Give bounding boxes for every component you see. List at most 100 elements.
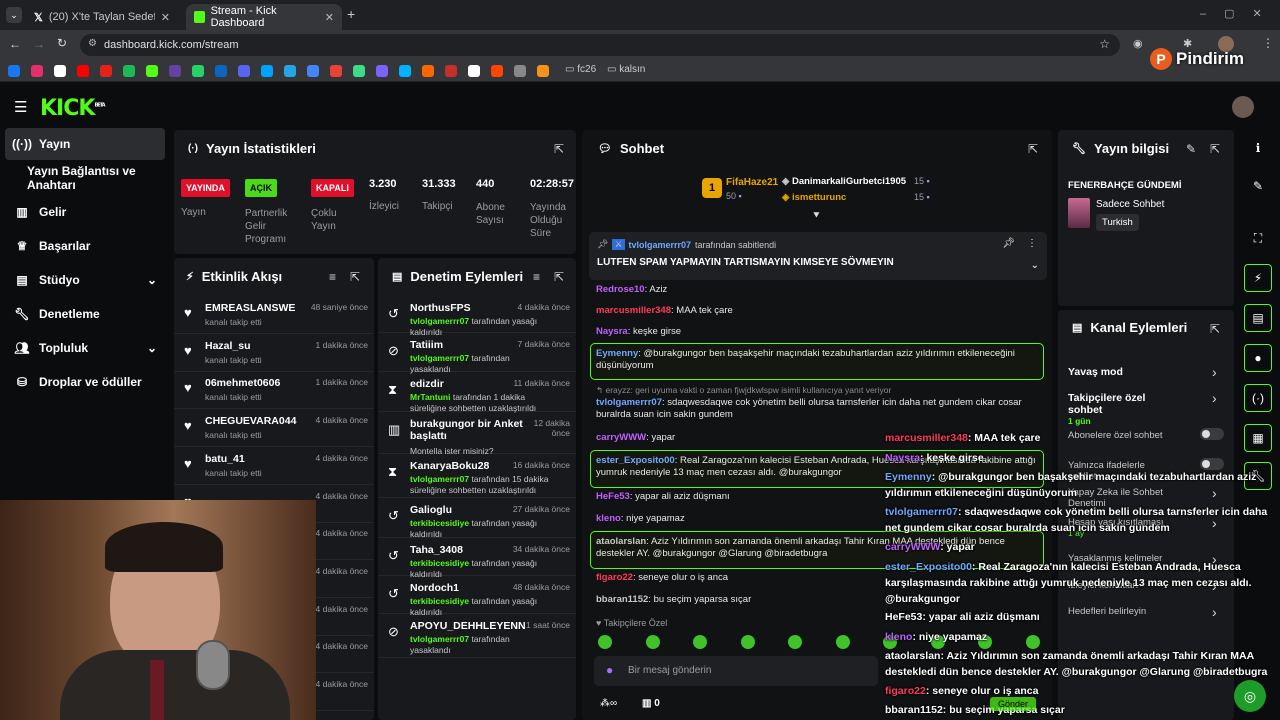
pencil-icon[interactable]: ✎ <box>1244 172 1272 200</box>
sidebar-item-stream-key[interactable]: Yayın Bağlantısı ve Anahtarı <box>5 162 165 194</box>
chat-message[interactable]: Naysra: keşke girse <box>596 326 1036 338</box>
mod-target[interactable]: NorthusFPS <box>410 302 471 314</box>
chat-username[interactable]: bbaran1152 <box>596 594 648 605</box>
sidebar-item-studyo[interactable]: ▤ Stüdyo ⌄ <box>5 264 165 296</box>
bookmark-icon[interactable] <box>284 65 296 77</box>
emote-icon[interactable] <box>740 635 755 649</box>
bookmark-icon[interactable] <box>100 65 112 77</box>
mod-target[interactable]: Nordoch1 <box>410 582 459 594</box>
mic-icon[interactable]: ● <box>606 663 613 677</box>
chat-username[interactable]: figaro22 <box>596 572 633 583</box>
popout-icon[interactable]: ⇱ <box>554 142 564 156</box>
chat-username[interactable]: carryWWW <box>596 432 646 443</box>
tab-stream[interactable]: Stream - Kick Dashboard ✕ <box>186 4 342 30</box>
chat-message[interactable]: tvlolgamerrr07: sdaqwesdaqwe cok yönetim… <box>596 397 1036 421</box>
crop-icon[interactable]: ⛶ <box>1244 224 1272 252</box>
chat-username[interactable]: Redrose10 <box>596 284 645 295</box>
mod-target[interactable]: burakgungor bir Anket başlattı <box>410 418 528 442</box>
emote-icon[interactable] <box>835 635 850 649</box>
bookmark-icon[interactable] <box>468 65 480 77</box>
tab-search-icon[interactable]: ⌄ <box>6 7 22 23</box>
url-field[interactable]: ⚙ dashboard.kick.com/stream ☆ <box>80 34 1120 56</box>
popout-icon[interactable]: ⇱ <box>1210 142 1220 156</box>
chevron-right-icon[interactable]: › <box>1212 390 1217 406</box>
close-icon[interactable]: ✕ <box>325 11 334 24</box>
sidebar-item-droplar[interactable]: ⛁ Droplar ve ödüller <box>5 366 165 398</box>
bookmark-icon[interactable] <box>537 65 549 77</box>
list-item[interactable]: ↺ Galioglu terkibicesidiye tarafından yasa… <box>378 498 576 539</box>
list-item[interactable]: ⧗ edizdir MrTantuni tarafından 1 dakika sü… <box>378 372 576 413</box>
chat-username[interactable]: tvlolgamerrr07 <box>596 397 662 408</box>
close-icon[interactable]: ✕ <box>161 11 170 24</box>
unpin-icon[interactable]: 📌︎ <box>1002 238 1015 249</box>
info-icon[interactable]: ℹ <box>1244 134 1272 162</box>
moderator-name[interactable]: MrTantuni <box>410 392 450 402</box>
leader-name[interactable]: FifaHaze21 <box>726 177 778 188</box>
moderator-name[interactable]: terkibicesidiye <box>410 518 469 528</box>
bookmark-icon[interactable] <box>330 65 342 77</box>
window-controls[interactable]: –▢✕ <box>1200 7 1280 20</box>
bookmark-icon[interactable] <box>146 65 158 77</box>
chat-username[interactable]: kleno <box>596 513 621 524</box>
new-tab-icon[interactable]: + <box>347 6 355 22</box>
mod-target[interactable]: edizdir <box>410 378 444 390</box>
activity-user[interactable]: EMREASLANSWE <box>205 302 295 314</box>
sidebar-item-gelir[interactable]: ▥ Gelir <box>5 196 165 228</box>
bookmark-icon[interactable] <box>169 65 181 77</box>
bookmark-folder-kalsin[interactable]: ▭ kalsın <box>607 64 645 75</box>
hamburger-icon[interactable]: ☰ <box>14 98 27 116</box>
bookmark-icon[interactable] <box>238 65 250 77</box>
mod-target[interactable]: KanaryaBoku28 <box>410 460 489 472</box>
mod-target[interactable]: APOYU_DEHHLEYENN <box>410 620 526 632</box>
popout-icon[interactable]: ⇱ <box>1028 142 1038 156</box>
chevron-down-icon[interactable]: ⌄ <box>147 273 157 287</box>
site-info-icon[interactable]: ⚙ <box>88 38 97 49</box>
emote-icon[interactable] <box>788 635 802 649</box>
category-name[interactable]: Sadece Sohbet <box>1096 199 1164 210</box>
bookmark-icon[interactable] <box>491 65 503 77</box>
document-icon[interactable]: ▤ <box>1244 304 1272 332</box>
bookmark-icon[interactable] <box>31 65 43 77</box>
infinity-icon[interactable]: ⁂∞ <box>600 698 617 709</box>
list-item[interactable]: ↺ Nordoch1 terkibicesidiye tarafından yasa… <box>378 576 576 617</box>
bookmark-icon[interactable] <box>445 65 457 77</box>
emote-icon[interactable] <box>645 635 660 649</box>
popout-icon[interactable]: ⇱ <box>554 270 564 284</box>
expand-leaderboard-icon[interactable]: ⯆ <box>812 210 821 223</box>
bookmark-icon[interactable] <box>376 65 388 77</box>
chat-username[interactable]: ataolarslan <box>596 536 646 547</box>
list-item[interactable]: ⊘ APOYU_DEHHLEYENN tvlolgamerrr07 tarafınd… <box>378 614 576 658</box>
mod-target[interactable]: Galioglu <box>410 504 452 516</box>
bookmark-star-icon[interactable]: ☆ <box>1099 37 1110 51</box>
chat-message[interactable]: Eymenny: @burakgungor ben başakşehir maç… <box>596 348 1036 372</box>
list-item[interactable]: ♥ EMREASLANSWE kanalı takip etti 48 saniye … <box>174 296 374 334</box>
chat-username[interactable]: Naysra <box>596 326 628 337</box>
list-item[interactable]: ♥ 06mehmet0606 kanalı takip etti 1 dakika ö… <box>174 371 374 410</box>
channel-action[interactable]: Yavaş mod <box>1068 366 1174 378</box>
mod-target[interactable]: Taha_3408 <box>410 544 463 556</box>
leader-third[interactable]: ◈ ismetturunc <box>782 192 846 203</box>
moderator-name[interactable]: terkibicesidiye <box>410 558 469 568</box>
chat-message[interactable]: marcusmiller348: MAA tek çare <box>596 305 1036 317</box>
list-item[interactable]: ♥ Hazal_su kanalı takip etti 1 dakika önce <box>174 334 374 372</box>
chevron-down-icon[interactable]: ⌄ <box>1031 260 1039 271</box>
bookmark-icon[interactable] <box>8 65 20 77</box>
edit-icon[interactable]: ✎ <box>1186 142 1196 156</box>
menu-icon[interactable]: ⋮ <box>1262 36 1274 50</box>
bookmark-icon[interactable] <box>123 65 135 77</box>
send-button[interactable]: Gönder <box>990 697 1037 711</box>
leader-second[interactable]: ◈ DanimarkaliGurbetci1905 <box>782 176 906 187</box>
sidebar-item-basarilar[interactable]: ♕ Başarılar <box>5 230 165 262</box>
bookmark-icon[interactable] <box>77 65 89 77</box>
chat-input[interactable]: ● Bir mesaj gönderin <box>594 656 878 686</box>
bookmark-icon[interactable] <box>215 65 227 77</box>
pinned-by[interactable]: tvlolgamerrr07 <box>629 240 692 250</box>
list-item[interactable]: ⧗ KanaryaBoku28 tvlolgamerrr07 tarafından … <box>378 454 576 498</box>
list-item[interactable]: ⊘ Tatiiim tvlolgamerrr07 tarafından yasakl… <box>378 333 576 374</box>
sidebar-item-yayin[interactable]: ((·)) Yayın <box>5 128 165 160</box>
moderator-name[interactable]: terkibicesidiye <box>410 596 469 606</box>
bookmark-icon[interactable] <box>399 65 411 77</box>
chat-username[interactable]: ester_Exposito00 <box>596 455 675 466</box>
bookmark-icon[interactable] <box>353 65 365 77</box>
chat-bubble-icon[interactable]: ● <box>1244 344 1272 372</box>
